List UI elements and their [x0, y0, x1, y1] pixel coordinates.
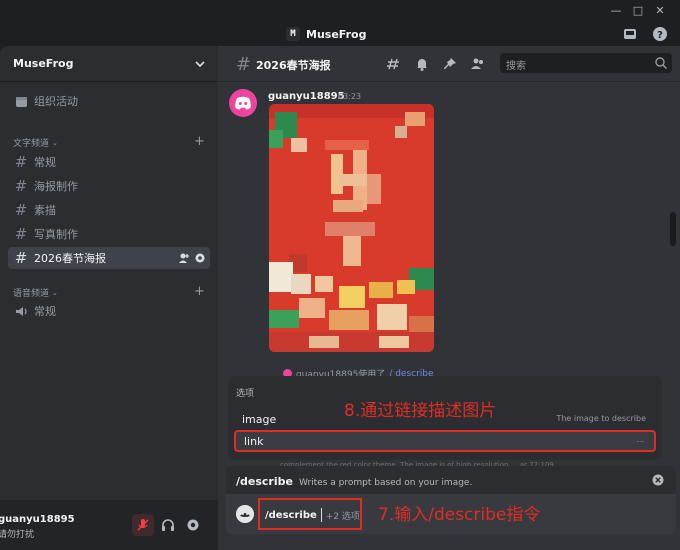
channel-label: 常规 [34, 156, 56, 169]
sidebar-item-channel[interactable]: # 写真制作 [8, 223, 210, 245]
threads-icon[interactable] [386, 56, 402, 72]
chat-area: # 2026春节海报 搜索 guanyu18895 03:23 guanyu18… [218, 46, 680, 550]
command-options-popup: 选项 image The image to describe link ... … [228, 376, 662, 460]
mic-muted-icon [137, 519, 149, 531]
app-title: M MuseFrog [286, 25, 366, 43]
chat-scrollbar[interactable] [670, 86, 676, 506]
hashtag-icon: # [14, 177, 28, 195]
server-header[interactable]: MuseFrog [0, 46, 218, 82]
bot-icon [236, 505, 254, 523]
add-channel-icon[interactable]: + [194, 134, 205, 149]
discord-logo-icon [235, 96, 251, 110]
svg-text:?: ? [657, 30, 663, 41]
speaker-icon [14, 304, 28, 318]
annotation-step7: 7.输入/describe指令 [378, 505, 541, 525]
mute-mic-button[interactable] [132, 514, 154, 536]
sidebar-item-channel[interactable]: # 常规 [8, 151, 210, 173]
category-label: 文字频道 [13, 139, 50, 149]
channel-label: 海报制作 [34, 180, 78, 193]
hashtag-icon: # [236, 54, 252, 75]
member-list-icon[interactable] [470, 56, 486, 72]
hashtag-icon: # [14, 153, 28, 171]
options-title: 选项 [236, 389, 255, 399]
message-timestamp: 03:23 [338, 92, 362, 101]
poster-image[interactable] [269, 104, 434, 352]
sidebar-item-channel-active[interactable]: # 2026春节海报 [8, 247, 210, 269]
search-placeholder: 搜索 [506, 61, 526, 72]
channel-label: 写真制作 [34, 228, 78, 241]
add-channel-icon[interactable]: + [194, 284, 205, 299]
option-label: image [242, 413, 277, 426]
pin-icon[interactable] [442, 56, 458, 72]
message-author[interactable]: guanyu18895 [268, 91, 345, 102]
headphones-icon [162, 519, 174, 531]
sidebar-item-label: 组织活动 [34, 95, 78, 108]
gear-icon[interactable] [194, 252, 206, 264]
user-panel: guanyu18895 请勿打扰 [0, 500, 218, 550]
option-link[interactable]: link ... [234, 430, 656, 452]
title-bar: — □ ✕ [0, 0, 680, 22]
sidebar-item-voice-channel[interactable]: 常规 [8, 300, 210, 322]
minimize-icon[interactable]: — [608, 3, 624, 19]
channel-label: 素描 [34, 204, 56, 217]
chevron-down-icon: ⌄ [52, 138, 58, 147]
category-label: 语音频道 [13, 289, 50, 299]
sidebar-item-channel[interactable]: # 素描 [8, 199, 210, 221]
help-icon[interactable]: ? [652, 26, 668, 42]
command-pill[interactable]: /describe +2 选项 [265, 506, 360, 524]
extra-options-count: +2 选项 [325, 511, 360, 522]
command-input-box[interactable]: /describe +2 选项 [258, 498, 362, 530]
server-name: MuseFrog [13, 57, 74, 70]
search-icon [655, 57, 667, 69]
text-cursor [320, 508, 322, 522]
option-description: ... [636, 435, 644, 444]
invite-member-icon[interactable] [178, 252, 190, 264]
search-input[interactable]: 搜索 [500, 53, 672, 73]
text-category[interactable]: 文字频道 ⌄ [13, 136, 58, 150]
channel-title: 2026春节海报 [256, 59, 331, 72]
inbox-icon[interactable] [622, 26, 638, 42]
close-icon[interactable] [652, 474, 664, 486]
top-bar: M MuseFrog ? [0, 22, 680, 46]
voice-category[interactable]: 语音频道 ⌄ [13, 286, 58, 300]
hashtag-icon: # [14, 249, 28, 267]
command-description: Writes a prompt based on your image. [298, 478, 473, 488]
gear-icon [187, 519, 199, 531]
calendar-icon [14, 94, 28, 108]
avatar[interactable] [229, 89, 257, 117]
input-command: /describe [265, 509, 317, 521]
app-title-text: MuseFrog [306, 27, 367, 41]
pixelated-poster-graphic [269, 104, 434, 352]
sidebar-item-events[interactable]: 组织活动 [8, 90, 210, 112]
message-input[interactable]: /describe +2 选项 7.输入/describe指令 [226, 494, 676, 534]
headphones-button[interactable] [157, 514, 179, 536]
chevron-down-icon: ⌄ [52, 288, 58, 297]
annotation-step8: 8.通过链接描述图片 [344, 401, 497, 421]
hashtag-icon: # [14, 225, 28, 243]
channel-header: # 2026春节海报 搜索 [218, 46, 680, 82]
app-logo-icon: M [286, 27, 300, 41]
option-label: link [244, 435, 264, 448]
scroll-thumb[interactable] [670, 212, 676, 246]
user-status: 请勿打扰 [0, 530, 35, 540]
bell-icon[interactable] [414, 56, 430, 72]
close-window-icon[interactable]: ✕ [652, 3, 668, 19]
channel-sidebar: MuseFrog 组织活动 文字频道 ⌄ + # 常规 # 海报制作 # 素描 … [0, 46, 218, 550]
chevron-down-icon [195, 61, 205, 68]
user-name[interactable]: guanyu18895 [0, 514, 75, 525]
maximize-icon[interactable]: □ [630, 3, 646, 19]
option-description: The image to describe [556, 414, 646, 423]
slash-command-popup: /describe Writes a prompt based on your … [226, 466, 676, 534]
command-name: /describe [236, 475, 293, 488]
channel-label: 2026春节海报 [34, 252, 106, 265]
sidebar-item-channel[interactable]: # 海报制作 [8, 175, 210, 197]
channel-label: 常规 [34, 305, 56, 318]
hashtag-icon: # [14, 201, 28, 219]
command-header: /describe Writes a prompt based on your … [236, 475, 472, 488]
user-settings-button[interactable] [182, 514, 204, 536]
